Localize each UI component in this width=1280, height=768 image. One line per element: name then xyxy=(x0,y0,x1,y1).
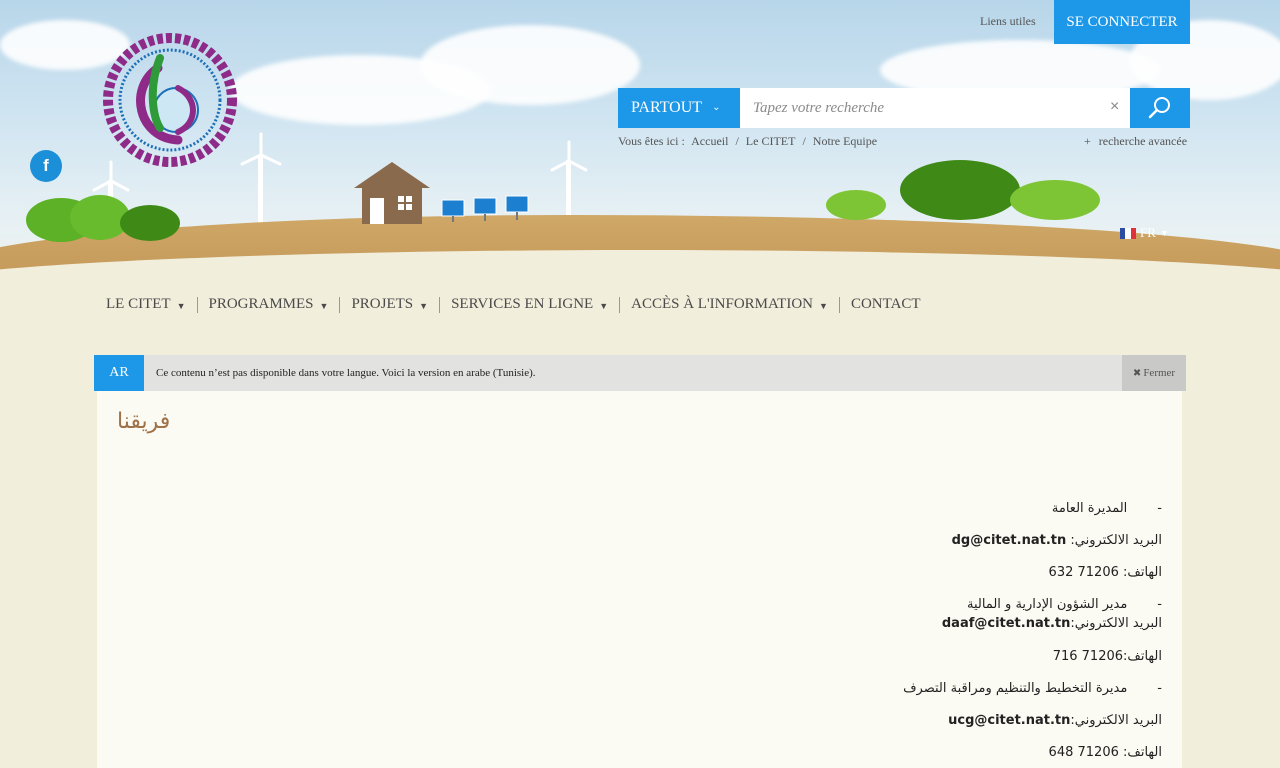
nav-item-label: ACCÈS À L'INFORMATION xyxy=(631,296,814,312)
wind-turbine-blades xyxy=(550,140,588,172)
citet-logo[interactable] xyxy=(98,28,242,172)
phone-label: الهاتف: xyxy=(1123,649,1162,664)
cloud xyxy=(420,25,640,105)
phone-value: 71206 716 xyxy=(1052,649,1124,664)
nav-divider xyxy=(838,296,840,313)
wind-turbine-blades xyxy=(240,132,282,166)
search-icon xyxy=(1148,97,1170,119)
team-role-line: - المديرة العامة xyxy=(1052,501,1162,516)
language-label: FR xyxy=(1140,225,1156,240)
caret-down-icon: ▼ xyxy=(819,300,828,311)
team-role-line: - مديرة التخطيط والتنظيم ومراقبة التصرف xyxy=(903,681,1162,696)
bush xyxy=(900,160,1020,220)
nav-divider xyxy=(439,296,441,313)
bush xyxy=(120,205,180,241)
phone-value: 71206 648 xyxy=(1048,745,1119,760)
caret-down-icon: ▼ xyxy=(1159,228,1169,238)
house-icon xyxy=(354,162,430,224)
notice-close-button[interactable]: ✖ Fermer xyxy=(1122,355,1186,391)
email-line: البريد الالكتروني: dg@citet.nat.tn xyxy=(952,533,1162,548)
breadcrumb: Vous êtes ici : Accueil / Le CITET / Not… xyxy=(618,134,881,149)
advanced-search-label: recherche avancée xyxy=(1098,134,1188,148)
email-label: البريد الالكتروني: xyxy=(1070,713,1162,728)
list-dash: - xyxy=(1157,681,1162,696)
caret-down-icon: ▼ xyxy=(319,300,329,311)
phone-label: الهاتف: xyxy=(1123,565,1162,580)
team-role-line: - مدير الشؤون الإدارية و المالية xyxy=(967,597,1162,612)
chevron-down-icon: ⌄ xyxy=(712,102,721,113)
role-label: مدير الشؤون الإدارية و المالية xyxy=(967,597,1128,612)
role-label: المديرة العامة xyxy=(1051,501,1128,516)
bush xyxy=(826,190,886,220)
email-link[interactable]: dg@citet.nat.tn xyxy=(952,533,1067,548)
french-flag-icon xyxy=(1120,227,1136,239)
close-icon: ✖ xyxy=(1132,368,1142,379)
nav-divider xyxy=(196,296,198,313)
email-label: البريد الالكتروني: xyxy=(1070,616,1162,631)
nav-item-label: PROJETS xyxy=(351,296,414,312)
phone-line: الهاتف: 71206 632 xyxy=(1049,565,1162,580)
facebook-icon[interactable]: f xyxy=(30,150,62,182)
caret-down-icon: ▼ xyxy=(419,300,429,311)
nav-item-le-citet[interactable]: LE CITET ▼ xyxy=(106,296,186,313)
useful-links-link[interactable]: Liens utiles xyxy=(980,14,1036,29)
caret-down-icon: ▼ xyxy=(599,300,609,311)
login-button[interactable]: SE CONNECTER xyxy=(1054,0,1190,44)
language-notice-bar: AR Ce contenu n’est pas disponible dans … xyxy=(94,355,1186,391)
phone-value: 71206 632 xyxy=(1048,565,1119,580)
nav-item-acces-information[interactable]: ACCÈS À L'INFORMATION ▼ xyxy=(631,296,828,313)
breadcrumb-separator: / xyxy=(802,134,806,148)
phone-line: الهاتف:71206 716 xyxy=(1053,649,1162,664)
phone-label: الهاتف: xyxy=(1123,745,1162,760)
nav-item-label: SERVICES EN LIGNE xyxy=(451,296,594,312)
breadcrumb-item-current: Notre Equipe xyxy=(812,134,878,148)
search-scope-dropdown[interactable]: PARTOUT ⌄ xyxy=(618,88,740,128)
main-nav: LE CITET ▼ PROGRAMMES ▼ PROJETS ▼ SERVICES … xyxy=(106,296,921,313)
phone-line: الهاتف: 71206 648 xyxy=(1049,745,1162,760)
nav-divider xyxy=(339,296,341,313)
notice-language-badge[interactable]: AR xyxy=(94,355,144,391)
clear-search-icon[interactable]: × xyxy=(1110,98,1119,116)
notice-message: Ce contenu n’est pas disponible dans vot… xyxy=(156,367,536,379)
notice-close-label: Fermer xyxy=(1143,367,1176,379)
nav-divider xyxy=(619,296,621,313)
email-link[interactable]: daaf@citet.nat.tn xyxy=(942,616,1071,631)
list-dash: - xyxy=(1157,597,1162,612)
advanced-search-link[interactable]: + recherche avancée xyxy=(1084,134,1187,149)
main-content: فريقنا - المديرة العامة البريد الالكتروني… xyxy=(97,391,1182,768)
plus-icon: + xyxy=(1084,134,1091,148)
solar-panels-icon xyxy=(441,195,529,222)
page-title: فريقنا xyxy=(117,409,171,434)
breadcrumb-item-home[interactable]: Accueil xyxy=(691,134,728,148)
email-link[interactable]: ucg@citet.nat.tn xyxy=(948,713,1070,728)
search-input[interactable] xyxy=(740,88,1130,128)
nav-item-programmes[interactable]: PROGRAMMES ▼ xyxy=(209,296,329,313)
search-button[interactable] xyxy=(1130,88,1190,128)
nav-item-label: LE CITET xyxy=(106,296,171,312)
nav-item-contact[interactable]: CONTACT xyxy=(851,296,921,313)
nav-item-projets[interactable]: PROJETS ▼ xyxy=(351,296,428,313)
nav-item-services-en-ligne[interactable]: SERVICES EN LIGNE ▼ xyxy=(451,296,608,313)
language-selector[interactable]: FR ▼ xyxy=(1120,225,1169,241)
nav-item-label: PROGRAMMES xyxy=(208,296,314,312)
email-line: البريد الالكتروني:ucg@citet.nat.tn xyxy=(948,713,1162,728)
list-dash: - xyxy=(1157,501,1162,516)
email-label: البريد الالكتروني: xyxy=(1070,533,1162,548)
caret-down-icon: ▼ xyxy=(176,300,186,311)
bush xyxy=(1010,180,1100,220)
search-scope-label: PARTOUT xyxy=(631,99,703,116)
role-label: مديرة التخطيط والتنظيم ومراقبة التصرف xyxy=(903,681,1128,696)
breadcrumb-prefix: Vous êtes ici : xyxy=(618,134,685,148)
nav-item-label: CONTACT xyxy=(850,296,921,312)
breadcrumb-item-citet[interactable]: Le CITET xyxy=(746,134,796,148)
breadcrumb-separator: / xyxy=(735,134,739,148)
email-line: البريد الالكتروني:daaf@citet.nat.tn xyxy=(942,616,1162,631)
